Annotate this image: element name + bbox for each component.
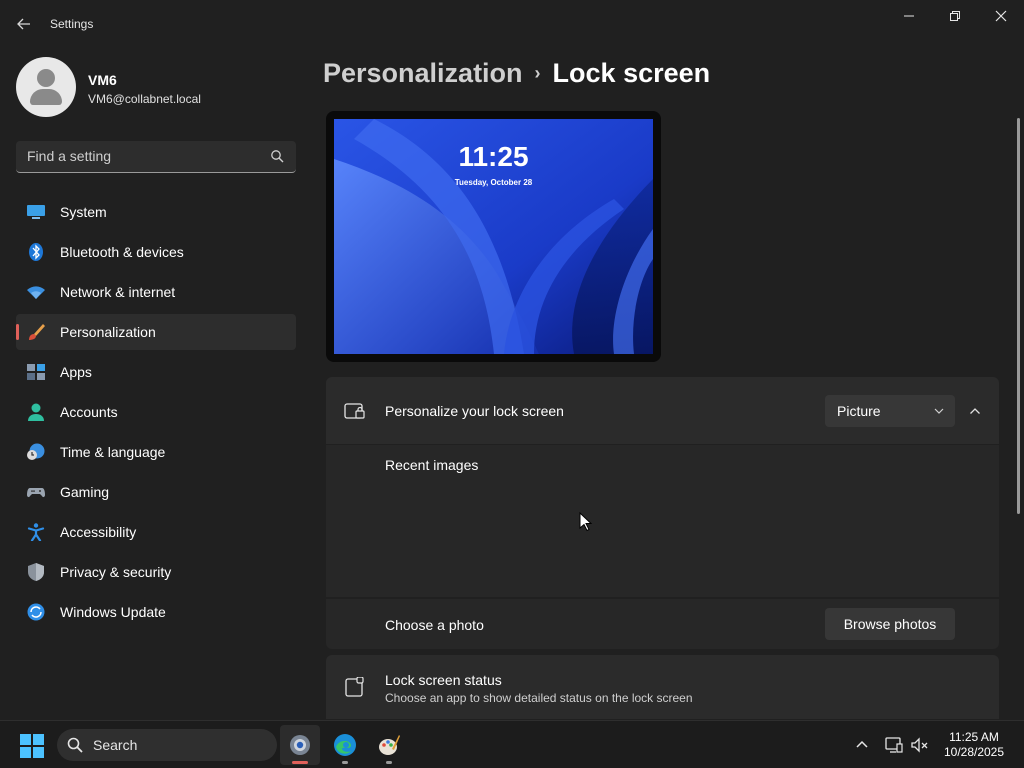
sidebar-item-label: Personalization [60, 324, 156, 340]
sidebar-item-windows-update[interactable]: Windows Update [16, 594, 296, 630]
network-display-icon[interactable] [884, 735, 904, 755]
chevron-right-icon: › [534, 63, 541, 83]
accounts-icon [28, 403, 44, 421]
preview-time: 11:25 [458, 141, 529, 172]
avatar [16, 57, 76, 117]
app-title: Settings [50, 17, 94, 31]
system-clock[interactable]: 11:25 AM 10/28/2025 [930, 730, 1018, 760]
choose-photo-label: Choose a photo [385, 617, 484, 633]
sidebar-item-label: Bluetooth & devices [60, 244, 184, 260]
chevron-up-icon[interactable] [852, 735, 872, 755]
running-app-indicator [386, 761, 392, 764]
taskbar-paint-app[interactable] [369, 725, 409, 765]
chevron-down-icon [934, 408, 944, 414]
gaming-icon [27, 488, 45, 498]
minimize-icon [904, 15, 914, 17]
breadcrumb-parent[interactable]: Personalization [323, 58, 523, 88]
sidebar-item-accounts[interactable]: Accounts [16, 394, 296, 430]
sidebar-item-bluetooth[interactable]: Bluetooth & devices [16, 234, 296, 270]
settings-search[interactable] [16, 141, 296, 173]
taskbar-settings-app[interactable] [280, 725, 320, 765]
sidebar-item-system[interactable]: System [16, 194, 296, 230]
sidebar-nav: System Bluetooth & devices Network & int… [16, 194, 296, 634]
sidebar-item-label: Network & internet [60, 284, 176, 300]
recent-images-section: Recent images [326, 445, 999, 597]
restore-icon [950, 11, 960, 21]
personalization-brush-icon [29, 324, 45, 340]
user-profile[interactable]: VM6 VM6@collabnet.local [16, 57, 296, 117]
choose-photo-row: Choose a photo Browse photos [326, 599, 999, 649]
close-button[interactable] [978, 0, 1024, 32]
active-app-indicator [292, 761, 308, 764]
sidebar-item-gaming[interactable]: Gaming [16, 474, 296, 510]
search-icon [67, 737, 83, 753]
sidebar-item-label: Gaming [60, 484, 110, 500]
sidebar-item-label: Apps [60, 364, 92, 380]
running-app-indicator [342, 761, 348, 764]
status-description: Choose an app to show detailed status on… [385, 691, 693, 705]
breadcrumb: Personalization › Lock screen [323, 58, 710, 89]
page-title: Lock screen [552, 58, 711, 88]
lock-screen-status-card[interactable]: Lock screen status Choose an app to show… [326, 655, 999, 719]
background-type-dropdown[interactable]: Picture [825, 395, 955, 427]
personalize-title: Personalize your lock screen [385, 403, 564, 419]
sidebar-item-label: System [60, 204, 107, 220]
system-icon [27, 205, 45, 219]
lock-screen-preview: 11:25 Tuesday, October 28 [326, 111, 661, 362]
back-button[interactable] [10, 10, 38, 38]
sidebar-item-time-language[interactable]: Time & language [16, 434, 296, 470]
dropdown-value: Picture [837, 403, 881, 419]
shield-icon [28, 563, 44, 581]
personalize-lock-screen-card[interactable]: Personalize your lock screen Picture [326, 377, 999, 444]
sidebar-item-label: Privacy & security [60, 564, 172, 580]
sidebar-item-label: Time & language [60, 444, 166, 460]
browse-photos-button[interactable]: Browse photos [825, 608, 955, 640]
recent-images-label: Recent images [385, 457, 479, 473]
mouse-cursor-icon [579, 512, 593, 532]
clock-time: 11:25 AM [949, 730, 999, 744]
sidebar-item-privacy-security[interactable]: Privacy & security [16, 554, 296, 590]
taskbar-search[interactable]: Search [57, 729, 277, 761]
windows-update-icon [27, 603, 45, 621]
preview-wallpaper: 11:25 Tuesday, October 28 [334, 119, 653, 354]
sidebar-item-label: Windows Update [60, 604, 166, 620]
accessibility-icon [27, 523, 45, 541]
network-icon [27, 286, 45, 299]
minimize-button[interactable] [886, 0, 932, 32]
sidebar-item-accessibility[interactable]: Accessibility [16, 514, 296, 550]
edge-icon [334, 734, 356, 756]
clock-date: 10/28/2025 [943, 745, 1005, 759]
status-icon [345, 677, 364, 697]
search-input[interactable] [27, 148, 257, 164]
scrollbar[interactable] [1017, 118, 1020, 514]
sidebar-item-label: Accessibility [60, 524, 137, 540]
settings-icon [290, 735, 310, 755]
lock-screen-icon [344, 403, 365, 419]
status-title: Lock screen status [385, 672, 502, 688]
preview-date: Tuesday, October 28 [454, 178, 533, 187]
volume-muted-icon[interactable] [910, 735, 930, 755]
sidebar-item-network[interactable]: Network & internet [16, 274, 296, 310]
back-arrow-icon [17, 18, 30, 30]
taskbar-search-label: Search [93, 737, 138, 753]
close-icon [995, 10, 1007, 22]
restore-button[interactable] [932, 0, 978, 32]
title-bar: Settings [0, 0, 1024, 48]
sidebar-item-personalization[interactable]: Personalization [16, 314, 296, 350]
chevron-up-icon [970, 408, 980, 414]
bluetooth-icon [29, 243, 43, 261]
sidebar-item-apps[interactable]: Apps [16, 354, 296, 390]
sidebar-item-label: Accounts [60, 404, 118, 420]
time-language-icon [27, 443, 45, 460]
collapse-button[interactable] [962, 397, 988, 425]
search-icon [271, 150, 284, 163]
taskbar: Search 11:25 AM 10/28/2025 [0, 720, 1024, 768]
profile-name: VM6 [88, 72, 117, 88]
profile-email: VM6@collabnet.local [88, 92, 201, 106]
taskbar-edge-app[interactable] [325, 725, 365, 765]
paint-icon [379, 735, 400, 755]
apps-icon [27, 364, 45, 380]
windows-start-icon[interactable] [20, 734, 44, 758]
